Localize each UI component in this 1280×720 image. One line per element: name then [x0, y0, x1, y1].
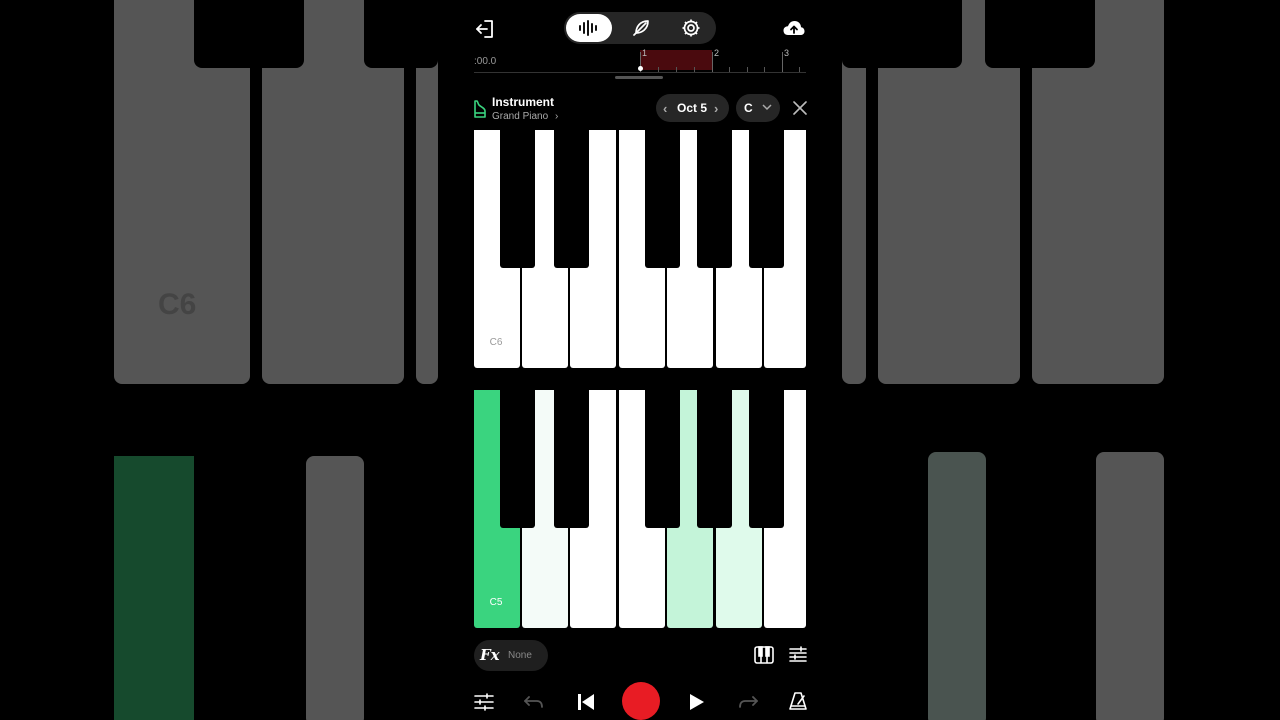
- piano-instrument-icon: [472, 98, 488, 120]
- black-key[interactable]: [697, 390, 732, 528]
- bg-green-key: [114, 456, 194, 720]
- timeline-tick: [764, 67, 765, 72]
- quill-icon[interactable]: [618, 14, 664, 42]
- timeline-bar-number: 2: [714, 48, 720, 58]
- key-label: C6: [489, 337, 503, 348]
- instrument-name: Grand Piano: [492, 111, 549, 122]
- bg-key-label: C6: [158, 288, 197, 321]
- keyboard-lower: C5: [474, 390, 806, 628]
- play-icon[interactable]: [685, 690, 709, 714]
- black-key[interactable]: [697, 130, 732, 268]
- instrument-title: Instrument: [492, 95, 555, 109]
- piano-keys-icon[interactable]: [752, 644, 776, 666]
- bg-white-key: [1096, 452, 1164, 720]
- cloud-upload-icon[interactable]: [780, 15, 808, 41]
- black-key[interactable]: [554, 390, 589, 528]
- redo-icon[interactable]: [736, 690, 760, 714]
- octave-selector: ‹ Oct 5 ›: [656, 94, 729, 122]
- timeline-tick: [729, 67, 730, 72]
- timeline-tick: [747, 67, 748, 72]
- app-window: :00.0 1 2 3 Instrument Grand Piano › ‹ O…: [438, 0, 842, 720]
- timeline-tick: [658, 67, 659, 72]
- timeline-bar-line: [782, 52, 783, 72]
- chevron-right-icon: ›: [554, 111, 559, 122]
- black-key[interactable]: [645, 130, 680, 268]
- black-key[interactable]: [749, 390, 784, 528]
- black-key[interactable]: [749, 130, 784, 268]
- timeline-bar-number: 3: [784, 48, 790, 58]
- black-key[interactable]: [500, 390, 535, 528]
- list-settings-icon[interactable]: [786, 644, 810, 666]
- fx-button[interactable]: Fx None: [474, 640, 548, 671]
- mode-switcher: [564, 12, 716, 44]
- skip-back-icon[interactable]: [574, 690, 598, 714]
- timeline-bar-line: [712, 52, 713, 72]
- drag-handle[interactable]: [615, 76, 663, 79]
- key-value: C: [744, 101, 753, 115]
- fx-value: None: [508, 650, 532, 661]
- playhead[interactable]: [638, 66, 643, 71]
- chevron-down-icon: [762, 100, 772, 117]
- timeline-ruler[interactable]: :00.0 1 2 3: [474, 48, 806, 73]
- exit-icon[interactable]: [472, 16, 498, 42]
- key-selector[interactable]: C: [736, 94, 780, 122]
- timeline-time: :00.0: [474, 56, 497, 67]
- octave-next-icon[interactable]: ›: [714, 101, 718, 116]
- timeline-bar-number: 1: [642, 48, 648, 58]
- keyboard-upper: C6: [474, 130, 806, 368]
- close-icon[interactable]: [790, 98, 810, 118]
- fx-icon: Fx: [480, 646, 500, 664]
- bg-black-key: [842, 0, 962, 68]
- timeline-tick: [676, 67, 677, 72]
- gear-icon[interactable]: [668, 14, 714, 42]
- bg-black-key: [985, 0, 1095, 68]
- undo-icon[interactable]: [522, 690, 546, 714]
- key-label: C5: [489, 597, 503, 608]
- bg-white-key: [306, 456, 364, 720]
- waveform-icon[interactable]: [566, 14, 612, 42]
- bg-black-key: [194, 0, 304, 68]
- bg-white-key: [928, 452, 986, 720]
- metronome-icon[interactable]: [786, 688, 810, 714]
- instrument-name-link[interactable]: Grand Piano ›: [492, 111, 558, 122]
- timeline-tick: [694, 67, 695, 72]
- timeline-tick: [799, 67, 800, 72]
- bg-black-key: [364, 0, 438, 68]
- black-key[interactable]: [500, 130, 535, 268]
- mixer-sliders-icon[interactable]: [472, 690, 496, 714]
- black-key[interactable]: [645, 390, 680, 528]
- record-button[interactable]: [622, 682, 660, 720]
- black-key[interactable]: [554, 130, 589, 268]
- octave-value: Oct 5: [677, 101, 708, 115]
- octave-prev-icon[interactable]: ‹: [663, 101, 667, 116]
